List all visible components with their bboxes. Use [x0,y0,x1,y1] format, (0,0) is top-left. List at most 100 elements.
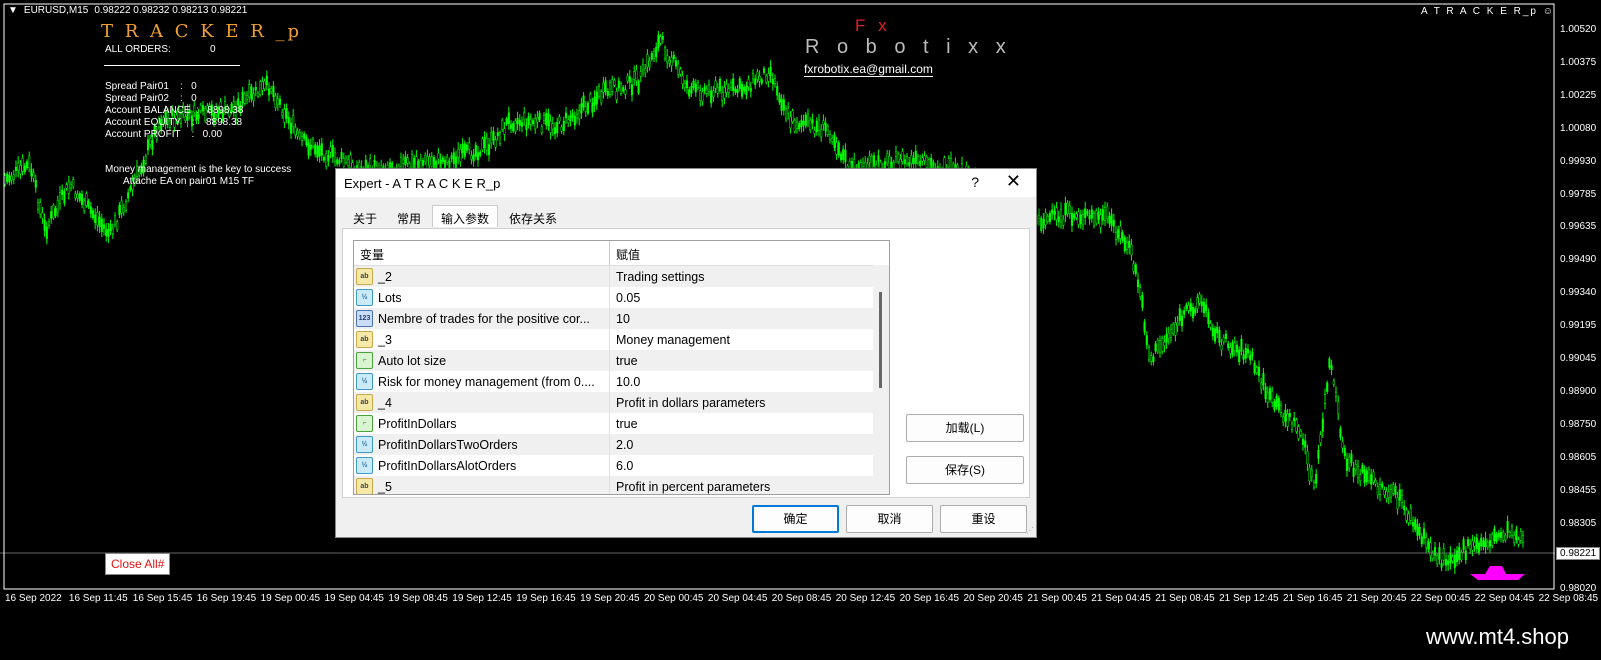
param-row[interactable]: ⌐ ProfitInDollars true [354,413,889,434]
param-value[interactable]: 2.0 [610,438,889,452]
candle-body [294,127,297,136]
time-label: 19 Sep 16:45 [516,593,576,604]
tab-common[interactable]: 常用 [388,205,430,227]
ok-button[interactable]: 确定 [752,505,839,533]
candle-body [1444,559,1448,566]
candle-body [853,159,856,169]
candle-body [1385,490,1388,499]
vertical-scrollbar[interactable] [873,265,889,494]
param-name-cell: 123 Nembre of trades for the positive cor… [354,308,610,329]
candle-body [1213,328,1217,342]
candle-body [263,80,266,90]
param-value[interactable]: true [610,354,889,368]
param-value[interactable]: Profit in percent parameters [610,480,889,494]
candle-body [652,51,656,59]
ea-name-label: A T R A C K E R_p ☺ [1421,6,1553,17]
candle-body [688,89,691,97]
candle-body [34,179,37,188]
close-all-button[interactable]: Close All# [105,553,171,575]
candle-body [17,162,20,171]
candle-body [76,194,79,199]
time-label: 22 Sep 08:45 [1538,593,1599,604]
candle-body [1345,458,1349,471]
param-row[interactable]: ½ Risk for money management (from 0.... 10… [354,371,889,392]
candle-body [619,83,623,94]
candle-body [428,156,431,166]
candle-body [562,120,565,131]
param-name-cell: ⌐ ProfitInDollars [354,413,610,434]
candle-body [1227,343,1230,349]
parameters-grid[interactable]: 变量 赋值 ab _2 Trading settings ½ Lots 0.05 123 Ne… [353,240,890,495]
param-value[interactable]: 10.0 [610,375,889,389]
cancel-button[interactable]: 取消 [846,505,933,533]
close-icon[interactable]: ✕ [1006,171,1021,192]
tracker-logo: T R A C K E R _p [101,21,303,42]
candle-body [769,66,772,77]
candle-body [468,142,471,150]
tab-inputs[interactable]: 输入参数 [432,205,499,227]
param-row[interactable]: ab _3 Money management [354,329,889,350]
candle-body [1367,469,1371,481]
candle-body [745,85,748,96]
candle-body [1249,354,1252,361]
candle-body [1286,413,1289,427]
candle-body [452,152,455,165]
param-row[interactable]: ⌐ Auto lot size true [354,350,889,371]
param-value[interactable]: 10 [610,312,889,326]
param-row[interactable]: ab _4 Profit in dollars parameters [354,392,889,413]
candle-body [558,116,561,122]
param-name: _5 [378,479,392,494]
param-value[interactable]: Profit in dollars parameters [610,396,889,410]
dropdown-arrow-icon[interactable]: ▼ [8,5,18,16]
candle-body [1433,547,1437,556]
candle-body [1431,552,1434,559]
param-value[interactable]: Money management [610,333,889,347]
candle-body [102,224,106,229]
param-value[interactable]: Trading settings [610,270,889,284]
candle-body [1090,209,1093,219]
candle-body [14,166,18,171]
param-row[interactable]: ab _2 Trading settings [354,266,889,287]
param-value[interactable]: 0.05 [610,291,889,305]
candle-body [349,154,352,168]
param-value[interactable]: true [610,417,889,431]
candle-body [61,189,64,195]
candle-body [450,155,453,160]
column-value[interactable]: 赋值 [610,241,889,265]
reset-button[interactable]: 重设 [940,505,1027,533]
column-variable[interactable]: 变量 [354,241,610,265]
candle-body [507,112,510,125]
candle-body [10,176,13,181]
candle-body [311,138,315,148]
param-row[interactable]: 123 Nembre of trades for the positive cor… [354,308,889,329]
candle-body [1037,215,1041,219]
resize-grip-icon[interactable]: ⋰ [1026,526,1034,535]
candle-body [1403,505,1406,510]
help-button[interactable]: ? [971,174,979,190]
candle-body [1440,562,1443,568]
candle-body [1114,231,1118,240]
param-value[interactable]: 6.0 [610,459,889,473]
param-row[interactable]: ½ ProfitInDollarsAlotOrders 6.0 [354,455,889,476]
watermark: www.mt4.shop [1425,624,1569,649]
tab-about[interactable]: 关于 [344,205,386,227]
time-label: 20 Sep 04:45 [707,593,768,604]
candle-body [109,223,112,232]
param-row[interactable]: ab _5 Profit in percent parameters [354,476,889,494]
save-button[interactable]: 保存(S) [906,456,1024,484]
time-label: 19 Sep 20:45 [580,593,640,604]
scroll-thumb[interactable] [879,292,882,388]
param-row[interactable]: ½ Lots 0.05 [354,287,889,308]
candle-body [1425,537,1428,548]
tab-dependencies[interactable]: 依存关系 [500,205,566,227]
double-type-icon: ½ [356,373,373,390]
candle-body [479,151,482,156]
candle-body [921,157,924,162]
time-label: 22 Sep 00:45 [1410,593,1471,604]
candle-body [94,214,97,224]
candle-body [718,78,722,92]
candle-body [490,132,493,144]
load-button[interactable]: 加载(L) [906,414,1024,442]
candle-body [828,134,832,140]
param-row[interactable]: ½ ProfitInDollarsTwoOrders 2.0 [354,434,889,455]
